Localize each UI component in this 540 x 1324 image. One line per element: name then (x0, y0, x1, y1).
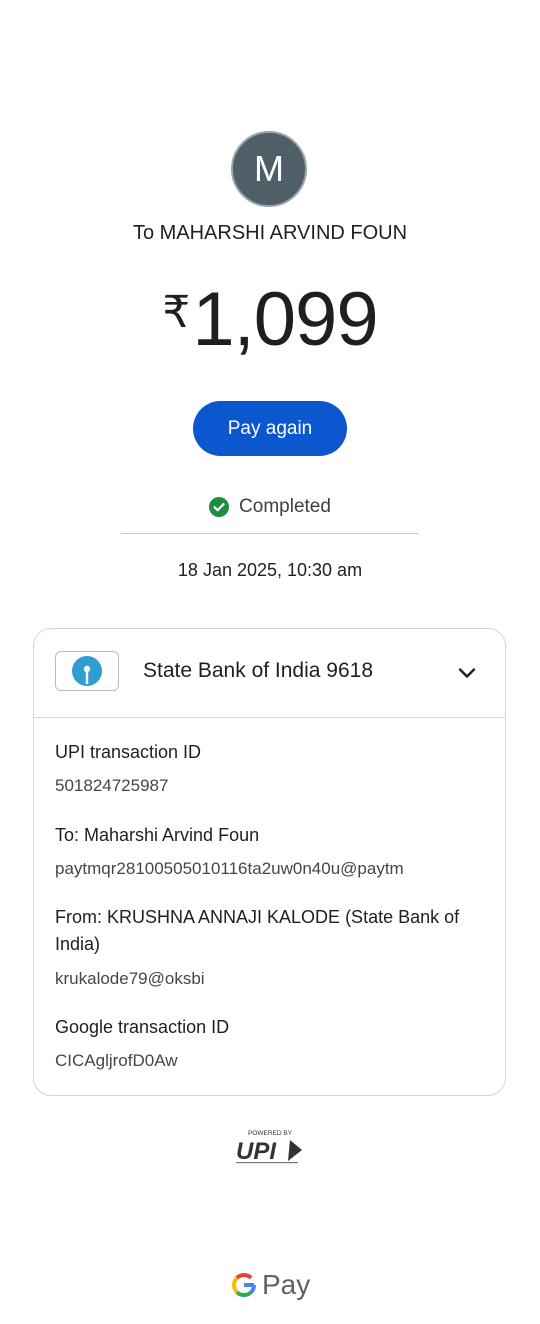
google-transaction-id-label: Google transaction ID (55, 1017, 230, 1037)
gpay-logo: Pay (230, 1267, 310, 1303)
status-row: Completed (0, 496, 540, 518)
google-transaction-id-value[interactable]: CICAgljrofD0Aw (55, 1050, 178, 1072)
upi-transaction-id-value[interactable]: 501824725987 (55, 775, 168, 797)
payee-avatar: M (231, 131, 307, 207)
status-label: Completed (239, 496, 331, 517)
sender-label: From: KRUSHNA ANNAJI KALODE (State Bank … (55, 907, 460, 954)
upi-logo: POWERED BY UPI (232, 1128, 308, 1168)
sbi-logo-icon (55, 651, 119, 691)
google-g-icon (231, 1272, 257, 1298)
upi-powered-by: POWERED BY (248, 1130, 293, 1137)
payee-name: To MAHARSHI ARVIND FOUN (132, 222, 408, 244)
upi-wordmark: UPI (236, 1138, 277, 1165)
amount: ₹ 1,099 (0, 276, 540, 363)
avatar-initial: M (254, 148, 284, 189)
pay-again-button[interactable]: Pay again (193, 401, 347, 456)
recipient-label: To: Maharshi Arvind Foun (55, 825, 260, 845)
check-circle-icon (209, 497, 230, 517)
sender-upi-id[interactable]: krukalode79@oksbi (55, 968, 205, 990)
bank-account-row[interactable]: State Bank of India 9618 (34, 629, 505, 718)
gpay-pay-label: Pay (262, 1269, 311, 1300)
transaction-datetime: 18 Jan 2025, 10:30 am (177, 560, 363, 580)
amount-value: 1,099 (192, 277, 378, 362)
chevron-down-icon[interactable] (456, 662, 478, 684)
divider (121, 533, 418, 534)
upi-transaction-id-label: UPI transaction ID (55, 742, 202, 762)
currency-symbol: ₹ (162, 288, 191, 337)
bank-name: State Bank of India 9618 (143, 659, 374, 682)
transaction-details-card: State Bank of India 9618 UPI transaction… (33, 628, 506, 1096)
recipient-upi-id[interactable]: paytmqr28100505010116ta2uw0n40u@paytm (55, 858, 404, 880)
